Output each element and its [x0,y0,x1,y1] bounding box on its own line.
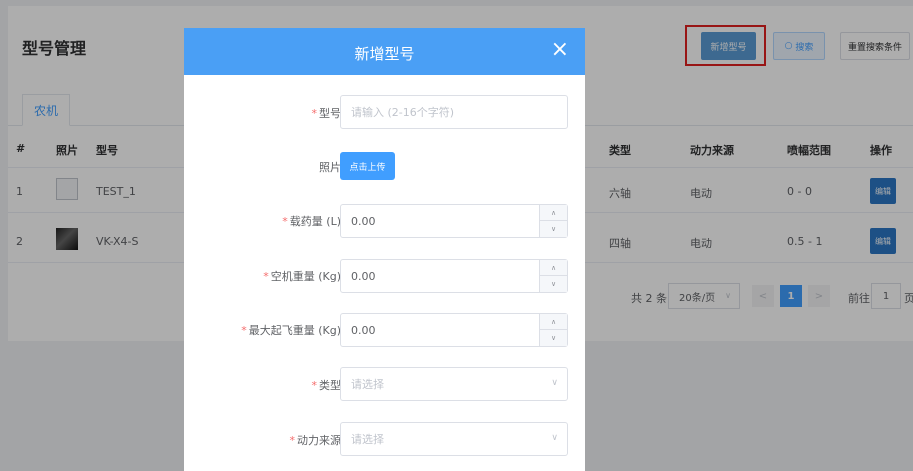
empty-weight-stepper: ∧ ∨ [539,260,567,292]
required-mark: * [311,379,318,392]
max-takeoff-label: * 最大起飞重量 (Kg) [241,322,341,338]
max-takeoff-label-text: 最大起飞重量 (Kg) [248,324,341,337]
model-input[interactable]: 请输入 (2-16个字符) [340,95,568,129]
chevron-down-icon[interactable]: ∨ [540,276,567,292]
type-select[interactable]: 请选择 ∨ [340,367,568,401]
type-label-text: 类型 [319,379,341,392]
max-takeoff-stepper: ∧ ∨ [539,314,567,346]
chevron-down-icon: ∨ [551,433,558,443]
photo-label: 照片 [319,161,341,174]
add-model-dialog: 新增型号 × * 型号 请输入 (2-16个字符) 照片 点击上传 * 载药量 (L… [184,28,585,471]
dialog-header: 新增型号 × [184,28,585,75]
required-mark: * [241,324,247,337]
empty-weight-value: 0.00 [351,269,376,283]
power-label: * 动力来源 [290,432,342,448]
close-icon[interactable]: × [551,38,569,62]
power-select[interactable]: 请选择 ∨ [340,422,568,456]
load-input[interactable]: 0.00 ∧ ∨ [340,204,568,238]
chevron-up-icon[interactable]: ∧ [540,260,567,276]
type-label: * 类型 [312,377,342,393]
chevron-down-icon[interactable]: ∨ [540,330,567,346]
chevron-down-icon: ∨ [551,378,558,388]
load-stepper: ∧ ∨ [539,205,567,237]
required-mark: * [263,270,269,283]
chevron-up-icon[interactable]: ∧ [540,314,567,330]
type-placeholder: 请选择 [351,378,384,391]
max-takeoff-value: 0.00 [351,323,376,337]
chevron-up-icon[interactable]: ∧ [540,205,567,221]
upload-button[interactable]: 点击上传 [340,152,395,180]
load-label: * 载药量 (L) [282,213,341,229]
max-takeoff-input[interactable]: 0.00 ∧ ∨ [340,313,568,347]
required-mark: * [289,434,296,447]
required-mark: * [282,215,288,228]
empty-weight-label: * 空机重量 (Kg) [263,268,341,284]
chevron-down-icon[interactable]: ∨ [540,221,567,237]
model-label: * 型号 [312,105,342,121]
power-label-text: 动力来源 [297,434,341,447]
required-mark: * [311,107,318,120]
empty-weight-label-text: 空机重量 (Kg) [270,270,341,283]
power-placeholder: 请选择 [351,433,384,446]
empty-weight-input[interactable]: 0.00 ∧ ∨ [340,259,568,293]
load-value: 0.00 [351,214,376,228]
load-label-text: 载药量 (L) [289,215,341,228]
model-placeholder: 请输入 (2-16个字符) [351,106,455,119]
dialog-title: 新增型号 [354,45,415,63]
model-label-text: 型号 [319,107,341,120]
